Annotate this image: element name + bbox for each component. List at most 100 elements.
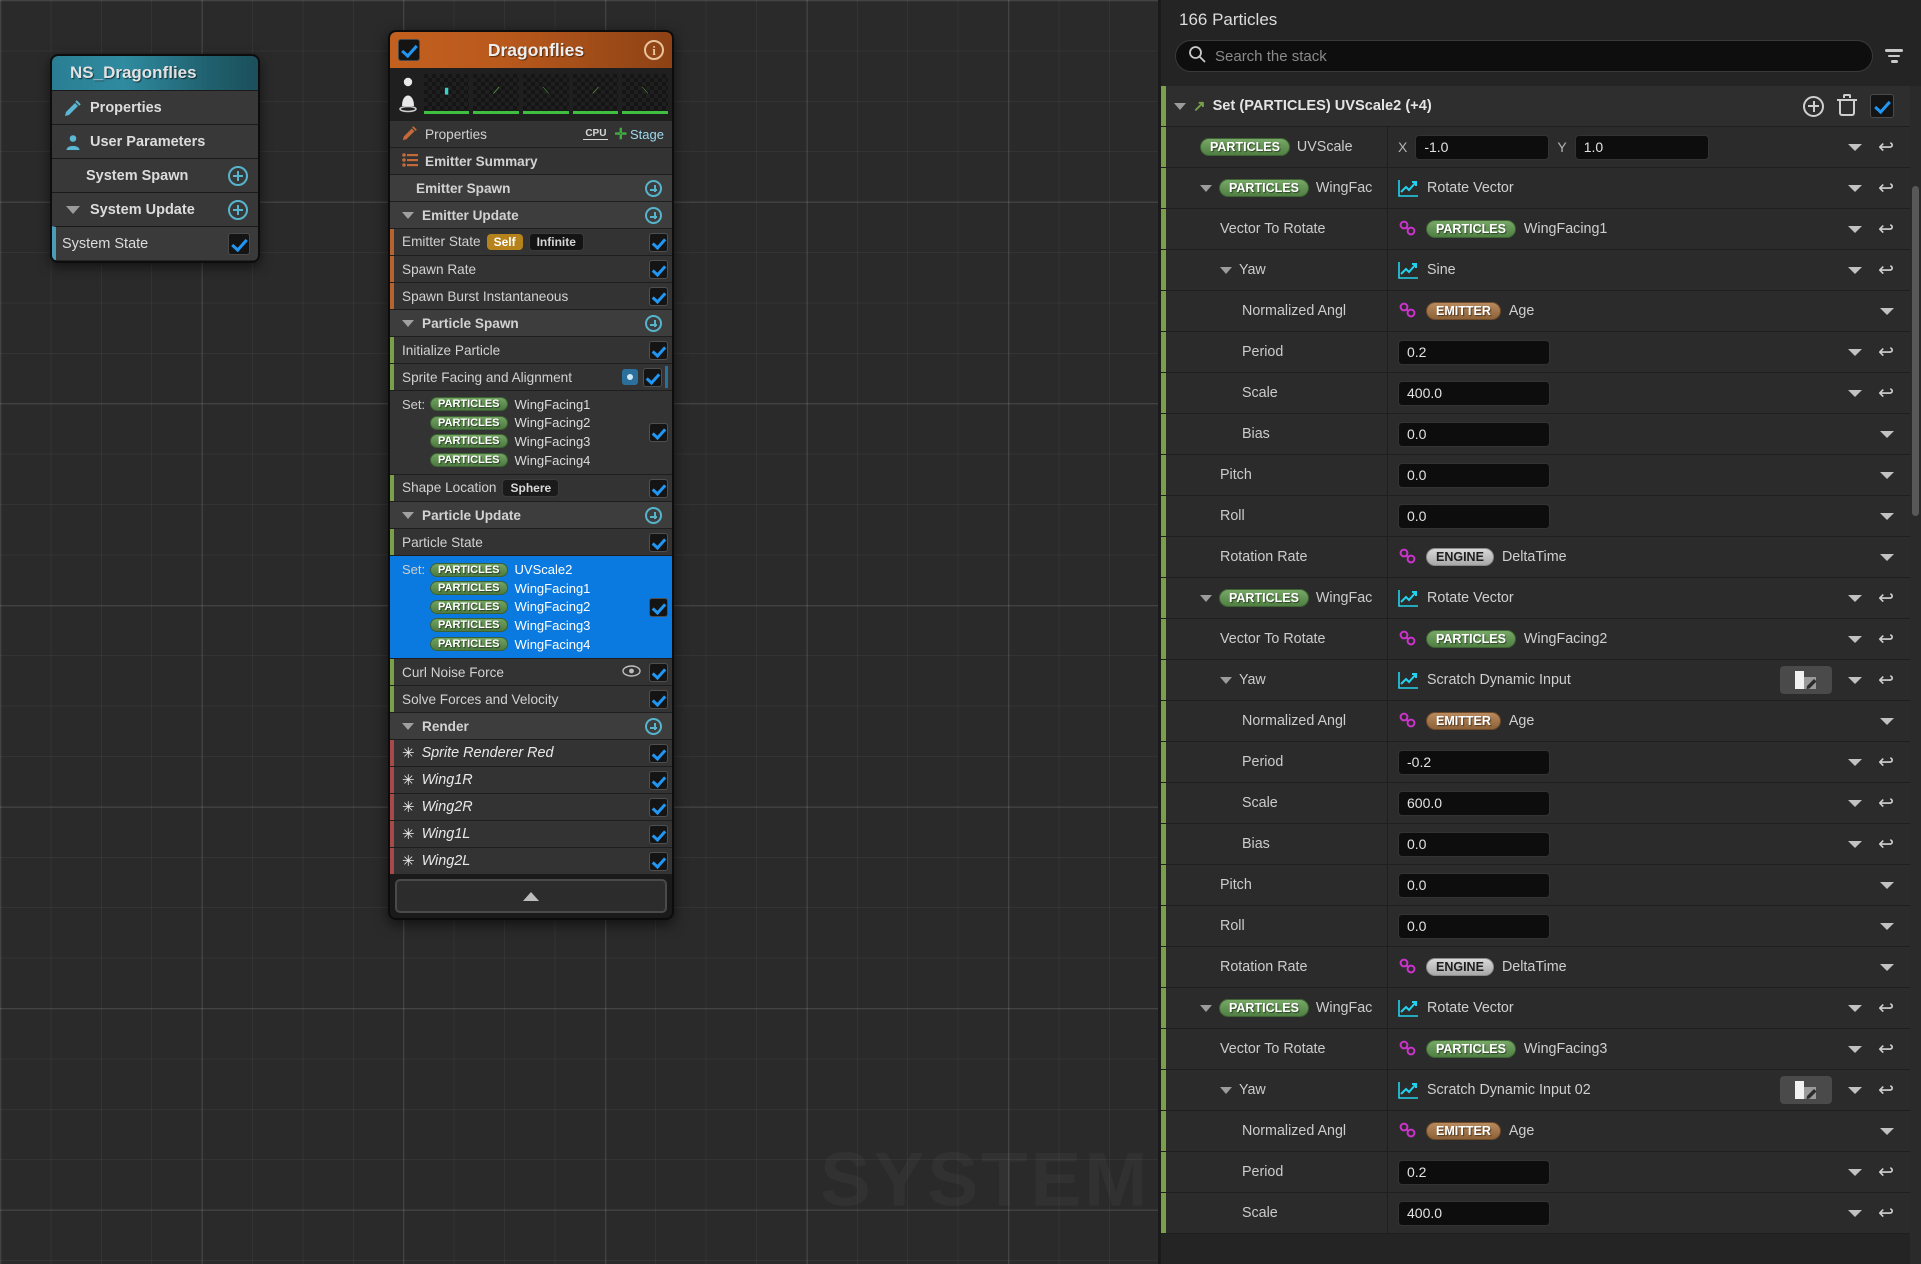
emitter-module-spawn-burst[interactable]: Spawn Burst Instantaneous	[390, 282, 672, 309]
stack-row-value[interactable]: Rotate Vector	[1427, 1000, 1514, 1016]
stack-row-value[interactable]: Age	[1509, 1123, 1534, 1139]
system-node[interactable]: NS_Dragonflies Properties User Parameter…	[50, 54, 260, 263]
chevron-down-icon[interactable]	[1200, 594, 1212, 602]
stack-row-scale-1[interactable]: Scale 400.0 ↩	[1161, 373, 1910, 414]
stack-row-rotation-rate-1[interactable]: Rotation Rate ENGINE DeltaTime	[1161, 537, 1910, 578]
chevron-down-icon[interactable]	[1174, 102, 1186, 110]
chevron-down-icon[interactable]	[1848, 1086, 1863, 1094]
sprite-facing-enable-checkbox[interactable]	[643, 367, 662, 387]
chevron-down-icon[interactable]	[1220, 266, 1232, 274]
stack-row-value[interactable]: Scratch Dynamic Input 02	[1427, 1082, 1591, 1098]
wing2l-enable-checkbox[interactable]	[649, 851, 668, 871]
stack-row-value[interactable]: Rotate Vector	[1427, 180, 1514, 196]
chevron-down-icon[interactable]	[1220, 1086, 1232, 1094]
roll-input[interactable]: 0.0	[1398, 913, 1550, 939]
stack-row-normalized-angle-3[interactable]: Normalized Angl EMITTER Age	[1161, 1111, 1910, 1152]
module-enable-checkbox[interactable]	[1870, 94, 1894, 118]
emitter-enable-checkbox[interactable]	[398, 39, 420, 61]
emitter-renderer-wing2r[interactable]: ✳ Wing2R	[390, 793, 672, 821]
chevron-down-icon[interactable]	[1848, 1209, 1863, 1217]
trash-icon[interactable]	[1837, 94, 1857, 116]
scale-input[interactable]: 600.0	[1398, 790, 1550, 816]
shape-location-enable-checkbox[interactable]	[649, 478, 668, 498]
reset-icon[interactable]: ↩	[1878, 589, 1894, 608]
emitter-row-properties[interactable]: Properties CPU ✛ Stage	[390, 120, 672, 147]
search-box[interactable]	[1175, 40, 1873, 72]
reset-icon[interactable]: ↩	[1878, 671, 1894, 690]
stack-row-vector-to-rotate-2[interactable]: Vector To Rotate PARTICLES WingFacing2 ↩	[1161, 619, 1910, 660]
chevron-down-icon[interactable]	[1880, 307, 1894, 315]
stack-row-value[interactable]: DeltaTime	[1502, 549, 1567, 565]
emitter-state-enable-checkbox[interactable]	[649, 232, 668, 252]
chevron-down-icon[interactable]	[1848, 389, 1863, 397]
chevron-down-icon[interactable]	[62, 205, 84, 214]
chevron-down-icon[interactable]	[1848, 594, 1863, 602]
emitter-thumb-1[interactable]: ▮	[423, 74, 470, 114]
chevron-down-icon[interactable]	[1848, 348, 1863, 356]
chevron-down-icon[interactable]	[402, 211, 414, 219]
stack-row-bias-1[interactable]: Bias 0.0	[1161, 414, 1910, 455]
emitter-section-emitter-update[interactable]: Emitter Update	[390, 201, 672, 228]
cpu-sim-target-badge[interactable]: CPU	[583, 128, 609, 140]
add-icon[interactable]	[1803, 95, 1824, 117]
set-spawn-enable-checkbox[interactable]	[649, 423, 668, 443]
reset-icon[interactable]: ↩	[1878, 1204, 1894, 1223]
uvscale-y-input[interactable]: 1.0	[1574, 134, 1709, 160]
system-state-enable-checkbox[interactable]	[228, 232, 250, 255]
emitter-node[interactable]: Dragonflies i ▮ ⟋ ⟍ ⟋ ⟍ Properties CPU ✛…	[388, 30, 674, 921]
info-icon[interactable]: i	[644, 40, 664, 60]
chevron-down-icon[interactable]	[1848, 225, 1863, 233]
emitter-module-curl-noise-force[interactable]: Curl Noise Force	[390, 658, 672, 686]
reset-icon[interactable]: ↩	[1878, 1163, 1894, 1182]
stack-row-scale-3[interactable]: Scale 400.0 ↩	[1161, 1193, 1910, 1234]
chevron-down-icon[interactable]	[1848, 635, 1863, 643]
sidebar-item-system-update[interactable]: System Update	[52, 192, 258, 226]
stack-row-vector-to-rotate-1[interactable]: Vector To Rotate PARTICLES WingFacing1 ↩	[1161, 209, 1910, 250]
emitter-section-particle-update[interactable]: Particle Update	[390, 501, 672, 529]
curl-noise-force-enable-checkbox[interactable]	[649, 662, 668, 682]
stack-row-roll-1[interactable]: Roll 0.0	[1161, 496, 1910, 537]
emitter-row-summary[interactable]: Emitter Summary	[390, 147, 672, 174]
add-emitter-spawn-module-button[interactable]	[645, 179, 662, 197]
chevron-down-icon[interactable]	[1880, 922, 1894, 930]
stack-row-wingfac-3[interactable]: PARTICLES WingFac Rotate Vector ↩	[1161, 988, 1910, 1029]
stack-module-header[interactable]: ↗ Set (PARTICLES) UVScale2 (+4)	[1161, 86, 1910, 127]
bias-input[interactable]: 0.0	[1398, 831, 1550, 857]
period-input[interactable]: 0.2	[1398, 1159, 1550, 1185]
reset-icon[interactable]: ↩	[1878, 179, 1894, 198]
stack-row-period-2[interactable]: Period -0.2 ↩	[1161, 742, 1910, 783]
emitter-set-variables-update-selected[interactable]: Set: PARTICLES UVScale2 PARTICLES WingFa…	[390, 555, 672, 659]
stack-row-wingfac-1[interactable]: PARTICLES WingFac Rotate Vector ↩	[1161, 168, 1910, 209]
stack-row-bias-2[interactable]: Bias 0.0 ↩	[1161, 824, 1910, 865]
add-particle-update-module-button[interactable]	[645, 506, 662, 524]
stack-row-pitch-1[interactable]: Pitch 0.0	[1161, 455, 1910, 496]
emitter-thumb-3[interactable]: ⟍	[523, 74, 569, 114]
pitch-input[interactable]: 0.0	[1398, 872, 1550, 898]
reset-icon[interactable]: ↩	[1878, 630, 1894, 649]
add-emitter-update-module-button[interactable]	[645, 206, 662, 224]
uvscale-x-input[interactable]: -1.0	[1415, 134, 1550, 160]
add-stage-icon[interactable]: ✛	[614, 125, 627, 143]
wing1r-enable-checkbox[interactable]	[649, 770, 668, 790]
reset-icon[interactable]: ↩	[1878, 753, 1894, 772]
chevron-down-icon[interactable]	[1848, 676, 1863, 684]
stack-row-value[interactable]: Age	[1509, 303, 1534, 319]
stack-row-period-1[interactable]: Period 0.2 ↩	[1161, 332, 1910, 373]
emitter-thumb-4[interactable]: ⟋	[572, 74, 619, 114]
stack-row-pitch-2[interactable]: Pitch 0.0	[1161, 865, 1910, 906]
chevron-down-icon[interactable]	[1880, 881, 1894, 889]
chevron-down-icon[interactable]	[1880, 471, 1894, 479]
period-input[interactable]: 0.2	[1398, 339, 1550, 365]
chevron-down-icon[interactable]	[402, 319, 414, 327]
reset-icon[interactable]: ↩	[1878, 1081, 1894, 1100]
solve-forces-enable-checkbox[interactable]	[649, 689, 668, 709]
stack-row-yaw-1[interactable]: Yaw Sine ↩	[1161, 250, 1910, 291]
emitter-module-emitter-state[interactable]: Emitter State Self Infinite	[390, 228, 672, 255]
scale-input[interactable]: 400.0	[1398, 380, 1550, 406]
stage-label[interactable]: Stage	[630, 127, 664, 142]
stack-row-uvscale[interactable]: PARTICLES UVScale X -1.0 Y 1.0 ↩	[1161, 127, 1910, 168]
reset-icon[interactable]: ↩	[1878, 1040, 1894, 1059]
chevron-down-icon[interactable]	[1200, 1004, 1212, 1012]
stack-row-wingfac-2[interactable]: PARTICLES WingFac Rotate Vector ↩	[1161, 578, 1910, 619]
reset-icon[interactable]: ↩	[1878, 220, 1894, 239]
